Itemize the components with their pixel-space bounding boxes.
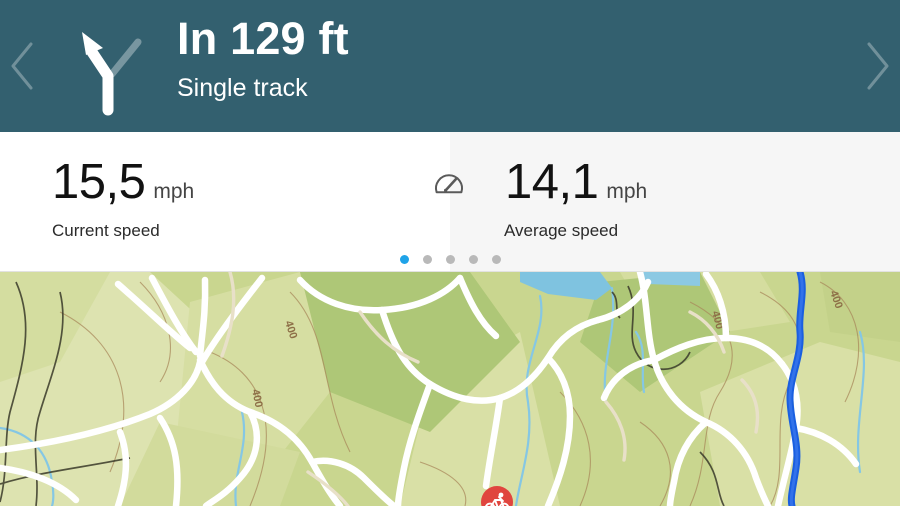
turn-slight-left-fork-icon (58, 14, 162, 118)
stat-average-speed[interactable]: 14,1 mph (435, 132, 900, 271)
current-speed-value-row: 15,5 mph (52, 154, 194, 210)
bicycle-marker-icon[interactable] (479, 484, 515, 506)
average-speed-label: Average speed (504, 221, 619, 240)
chevron-left-icon[interactable] (6, 38, 40, 94)
page-dot-5[interactable] (491, 254, 501, 264)
current-speed-value: 15,5 (52, 155, 146, 209)
stats-panel: 15,5 mph Current speed 14,1 mph Average … (0, 132, 900, 272)
page-dot-2[interactable] (422, 254, 432, 264)
banner-text-group: In 129 ft Single track (177, 12, 837, 103)
navigation-app: In 129 ft Single track 15,5 mph Current … (0, 0, 900, 506)
page-dot-4[interactable] (468, 254, 478, 264)
speedometer-icon (432, 169, 466, 203)
chevron-right-icon[interactable] (860, 38, 894, 94)
maneuver-banner: In 129 ft Single track (0, 0, 900, 132)
current-speed-label: Current speed (52, 221, 160, 240)
maneuver-street-name: Single track (177, 74, 308, 102)
average-speed-value: 14,1 (505, 155, 599, 209)
average-speed-unit: mph (606, 180, 648, 203)
page-dot-1[interactable] (399, 254, 409, 264)
current-speed-unit: mph (153, 180, 195, 203)
stat-current-speed[interactable]: 15,5 mph Current speed (0, 132, 450, 271)
page-dot-3[interactable] (445, 254, 455, 264)
page-indicator[interactable] (0, 252, 900, 266)
average-speed-value-row: 14,1 mph (505, 154, 647, 210)
map-canvas[interactable]: 400 400 400 400 400 (0, 272, 900, 506)
maneuver-distance: In 129 ft (177, 13, 349, 64)
